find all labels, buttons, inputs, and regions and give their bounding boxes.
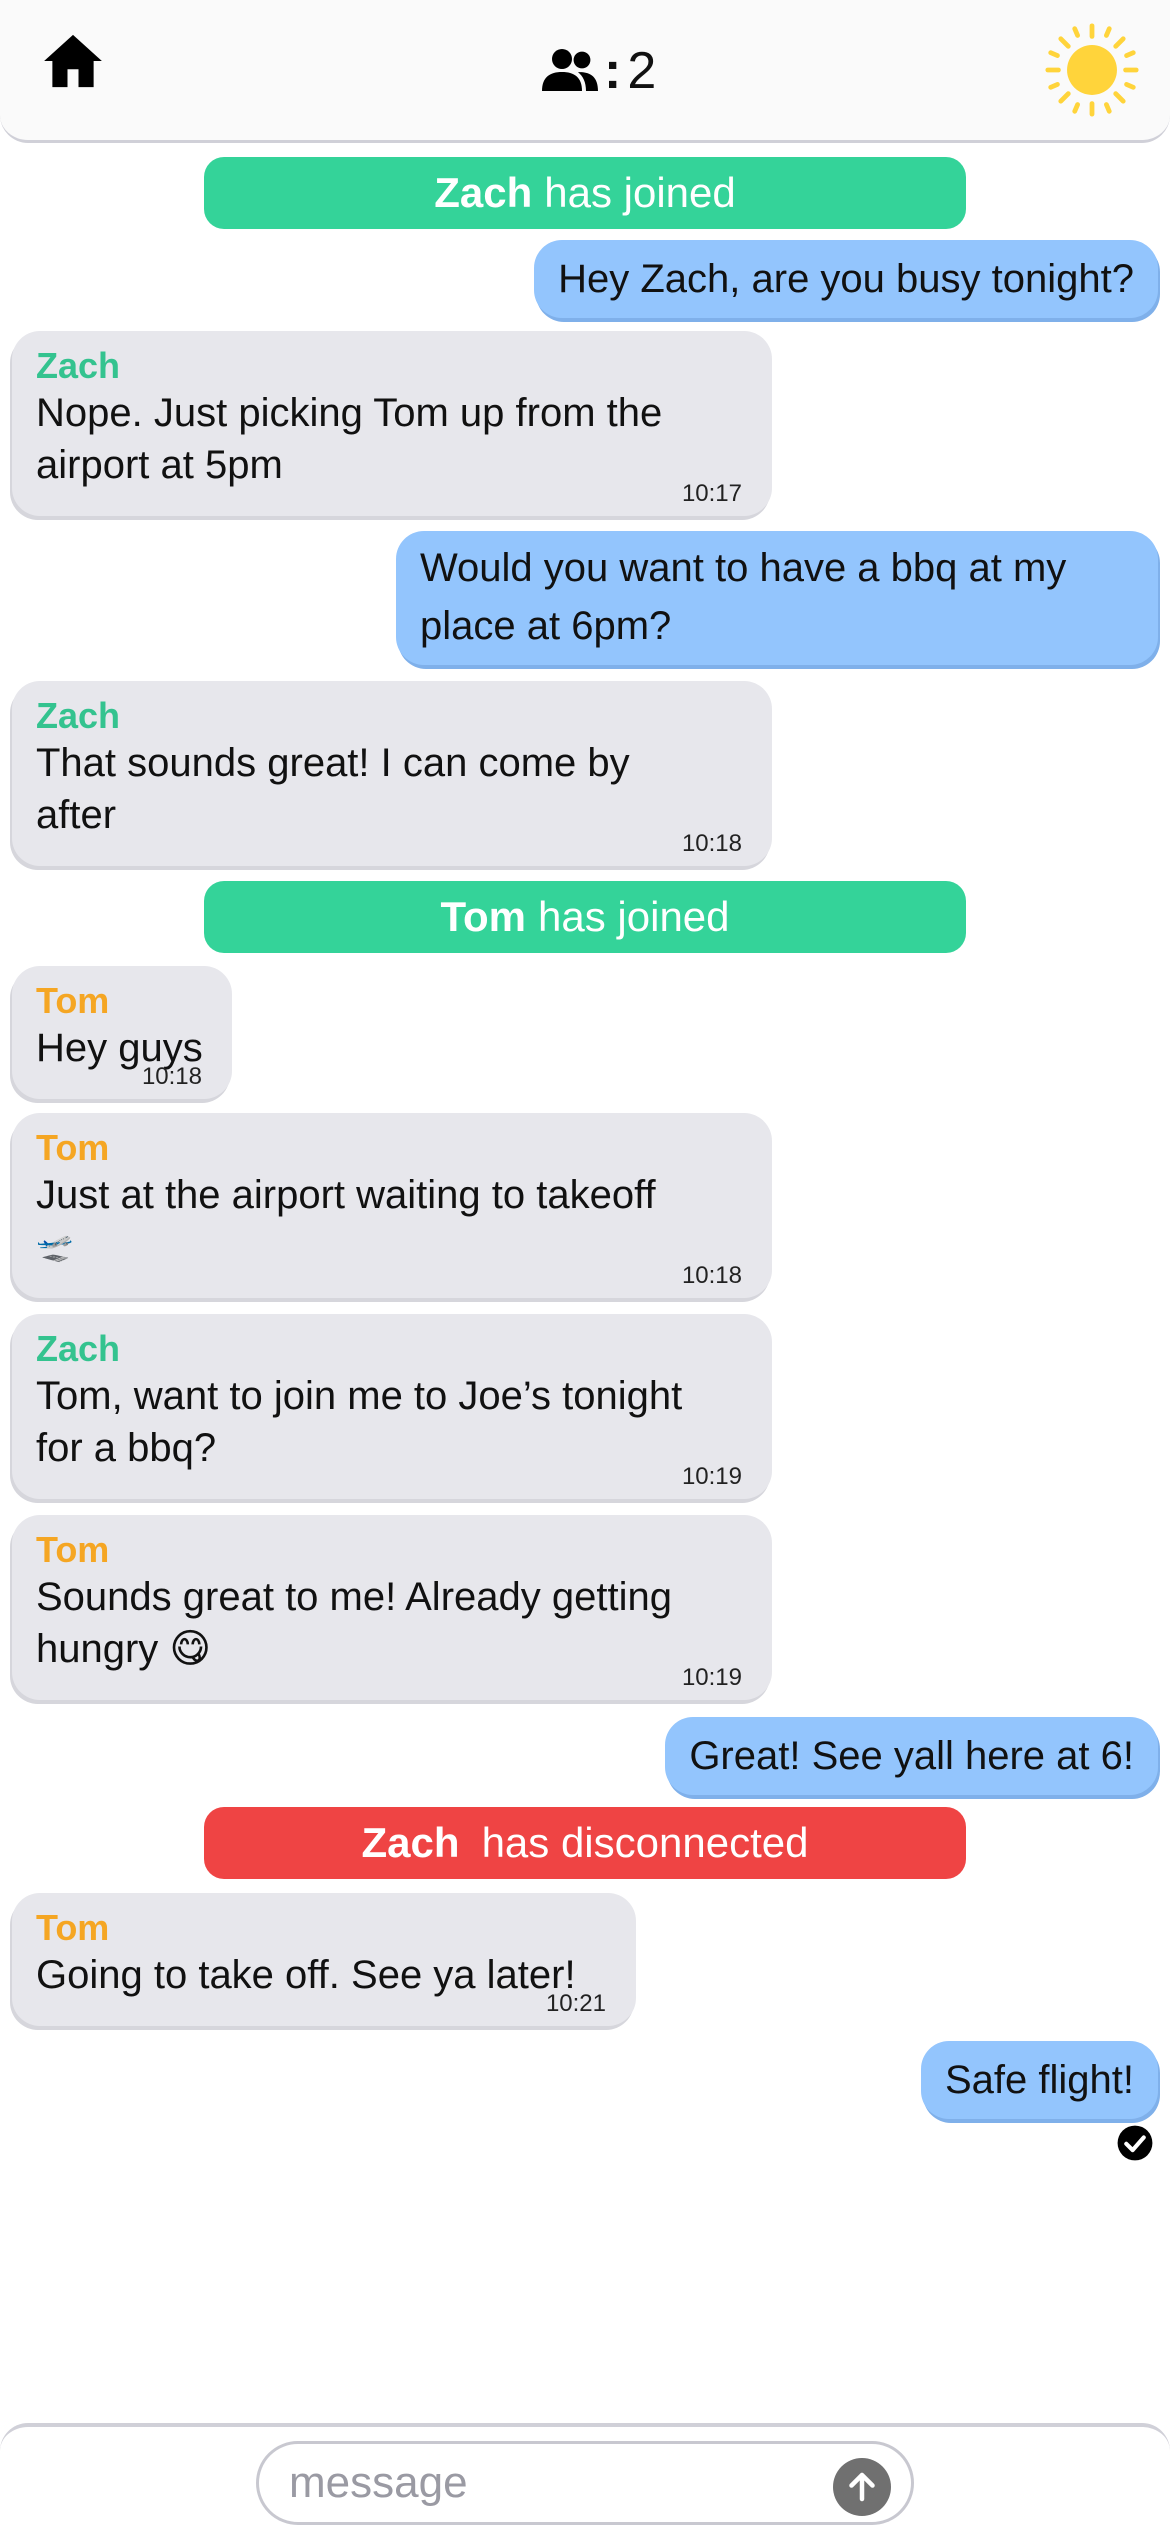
system-disconnect-banner: Zach has disconnected [204, 1807, 966, 1879]
sender-name: Tom [36, 1907, 110, 1948]
message-text: Great! See yall here at 6! [689, 1734, 1134, 1778]
home-icon[interactable] [40, 28, 106, 94]
message-text-line: Just at the airport waiting to takeoff [36, 1173, 656, 1217]
incoming-message: Zach Nope. Just picking Tom up from the … [12, 331, 772, 516]
message-input[interactable] [289, 2450, 809, 2516]
message-text: Safe flight! [944, 2058, 1134, 2102]
users-count: 2 [627, 42, 657, 100]
top-bar: : 2 [0, 0, 1170, 143]
online-users-indicator: : 2 [540, 36, 656, 106]
sender-name: Zach [36, 1328, 121, 1369]
sender-name: Tom [36, 980, 110, 1021]
message-text: Hey Zach, are you busy tonight? [558, 257, 1134, 301]
incoming-message: Tom Just at the airport waiting to takeo… [12, 1113, 772, 1298]
message-text-line: Would you want to have a bbq at my [420, 546, 1067, 590]
message-list[interactable]: Zach has joined Hey Zach, are you busy t… [0, 143, 1170, 2423]
message-input-wrapper [256, 2441, 914, 2525]
system-join-banner: Tom has joined [204, 881, 966, 953]
users-colon: : [604, 42, 622, 100]
message-text-line: That sounds great! I can come by [36, 741, 630, 785]
message-time: 10:19 [681, 1664, 742, 1691]
message-text-line: after [36, 793, 117, 837]
incoming-message: Zach That sounds great! I can come by af… [12, 681, 772, 866]
message-text: Going to take off. See ya later! [36, 1953, 576, 1997]
arrow-up-icon [849, 2472, 875, 2502]
outgoing-message: Hey Zach, are you busy tonight? [534, 240, 1158, 318]
message-text-line: Tom, want to join me to Joe’s tonight [36, 1374, 683, 1418]
composer-bar [0, 2423, 1170, 2532]
sender-name: Zach [36, 695, 121, 736]
airplane-departure-emoji: 🛫 [36, 1230, 74, 1263]
sender-name: Tom [36, 1127, 110, 1168]
incoming-message: Tom Hey guys 10:18 [12, 966, 232, 1099]
system-join-banner: Zach has joined [204, 157, 966, 229]
outgoing-message: Would you want to have a bbq at my place… [396, 531, 1158, 665]
send-button[interactable] [833, 2458, 891, 2516]
outgoing-message: Safe flight! [920, 2041, 1158, 2119]
message-text-line: Nope. Just picking Tom up from the [36, 391, 663, 435]
sun-icon[interactable] [1044, 22, 1140, 118]
users-icon [542, 49, 598, 91]
message-text-line: hungry 😋 [36, 1627, 212, 1671]
system-user-name: Tom [440, 893, 527, 940]
message-text-line: airport at 5pm [36, 443, 283, 487]
message-time: 10:17 [681, 480, 742, 507]
system-user-name: Zach [361, 1819, 460, 1866]
incoming-message: Tom Sounds great to me! Already getting … [12, 1515, 772, 1700]
system-event-text: has disconnected [481, 1819, 809, 1866]
message-text-line: for a bbq? [36, 1426, 217, 1470]
message-time: 10:18 [681, 830, 742, 857]
read-check-icon [1117, 2125, 1153, 2161]
message-time: 10:21 [545, 1990, 606, 2017]
message-time: 10:18 [141, 1063, 202, 1090]
message-text-line: Sounds great to me! Already getting [36, 1575, 672, 1619]
system-user-name: Zach [434, 169, 533, 216]
sender-name: Tom [36, 1529, 110, 1570]
message-text-line: place at 6pm? [420, 604, 672, 648]
system-event-text: has joined [544, 169, 736, 216]
outgoing-message: Great! See yall here at 6! [665, 1717, 1158, 1795]
incoming-message: Tom Going to take off. See ya later! 10:… [12, 1893, 636, 2026]
message-time: 10:18 [681, 1262, 742, 1289]
incoming-message: Zach Tom, want to join me to Joe’s tonig… [12, 1314, 772, 1499]
sender-name: Zach [36, 345, 121, 386]
system-event-text: has joined [538, 893, 730, 940]
message-time: 10:19 [681, 1463, 742, 1490]
